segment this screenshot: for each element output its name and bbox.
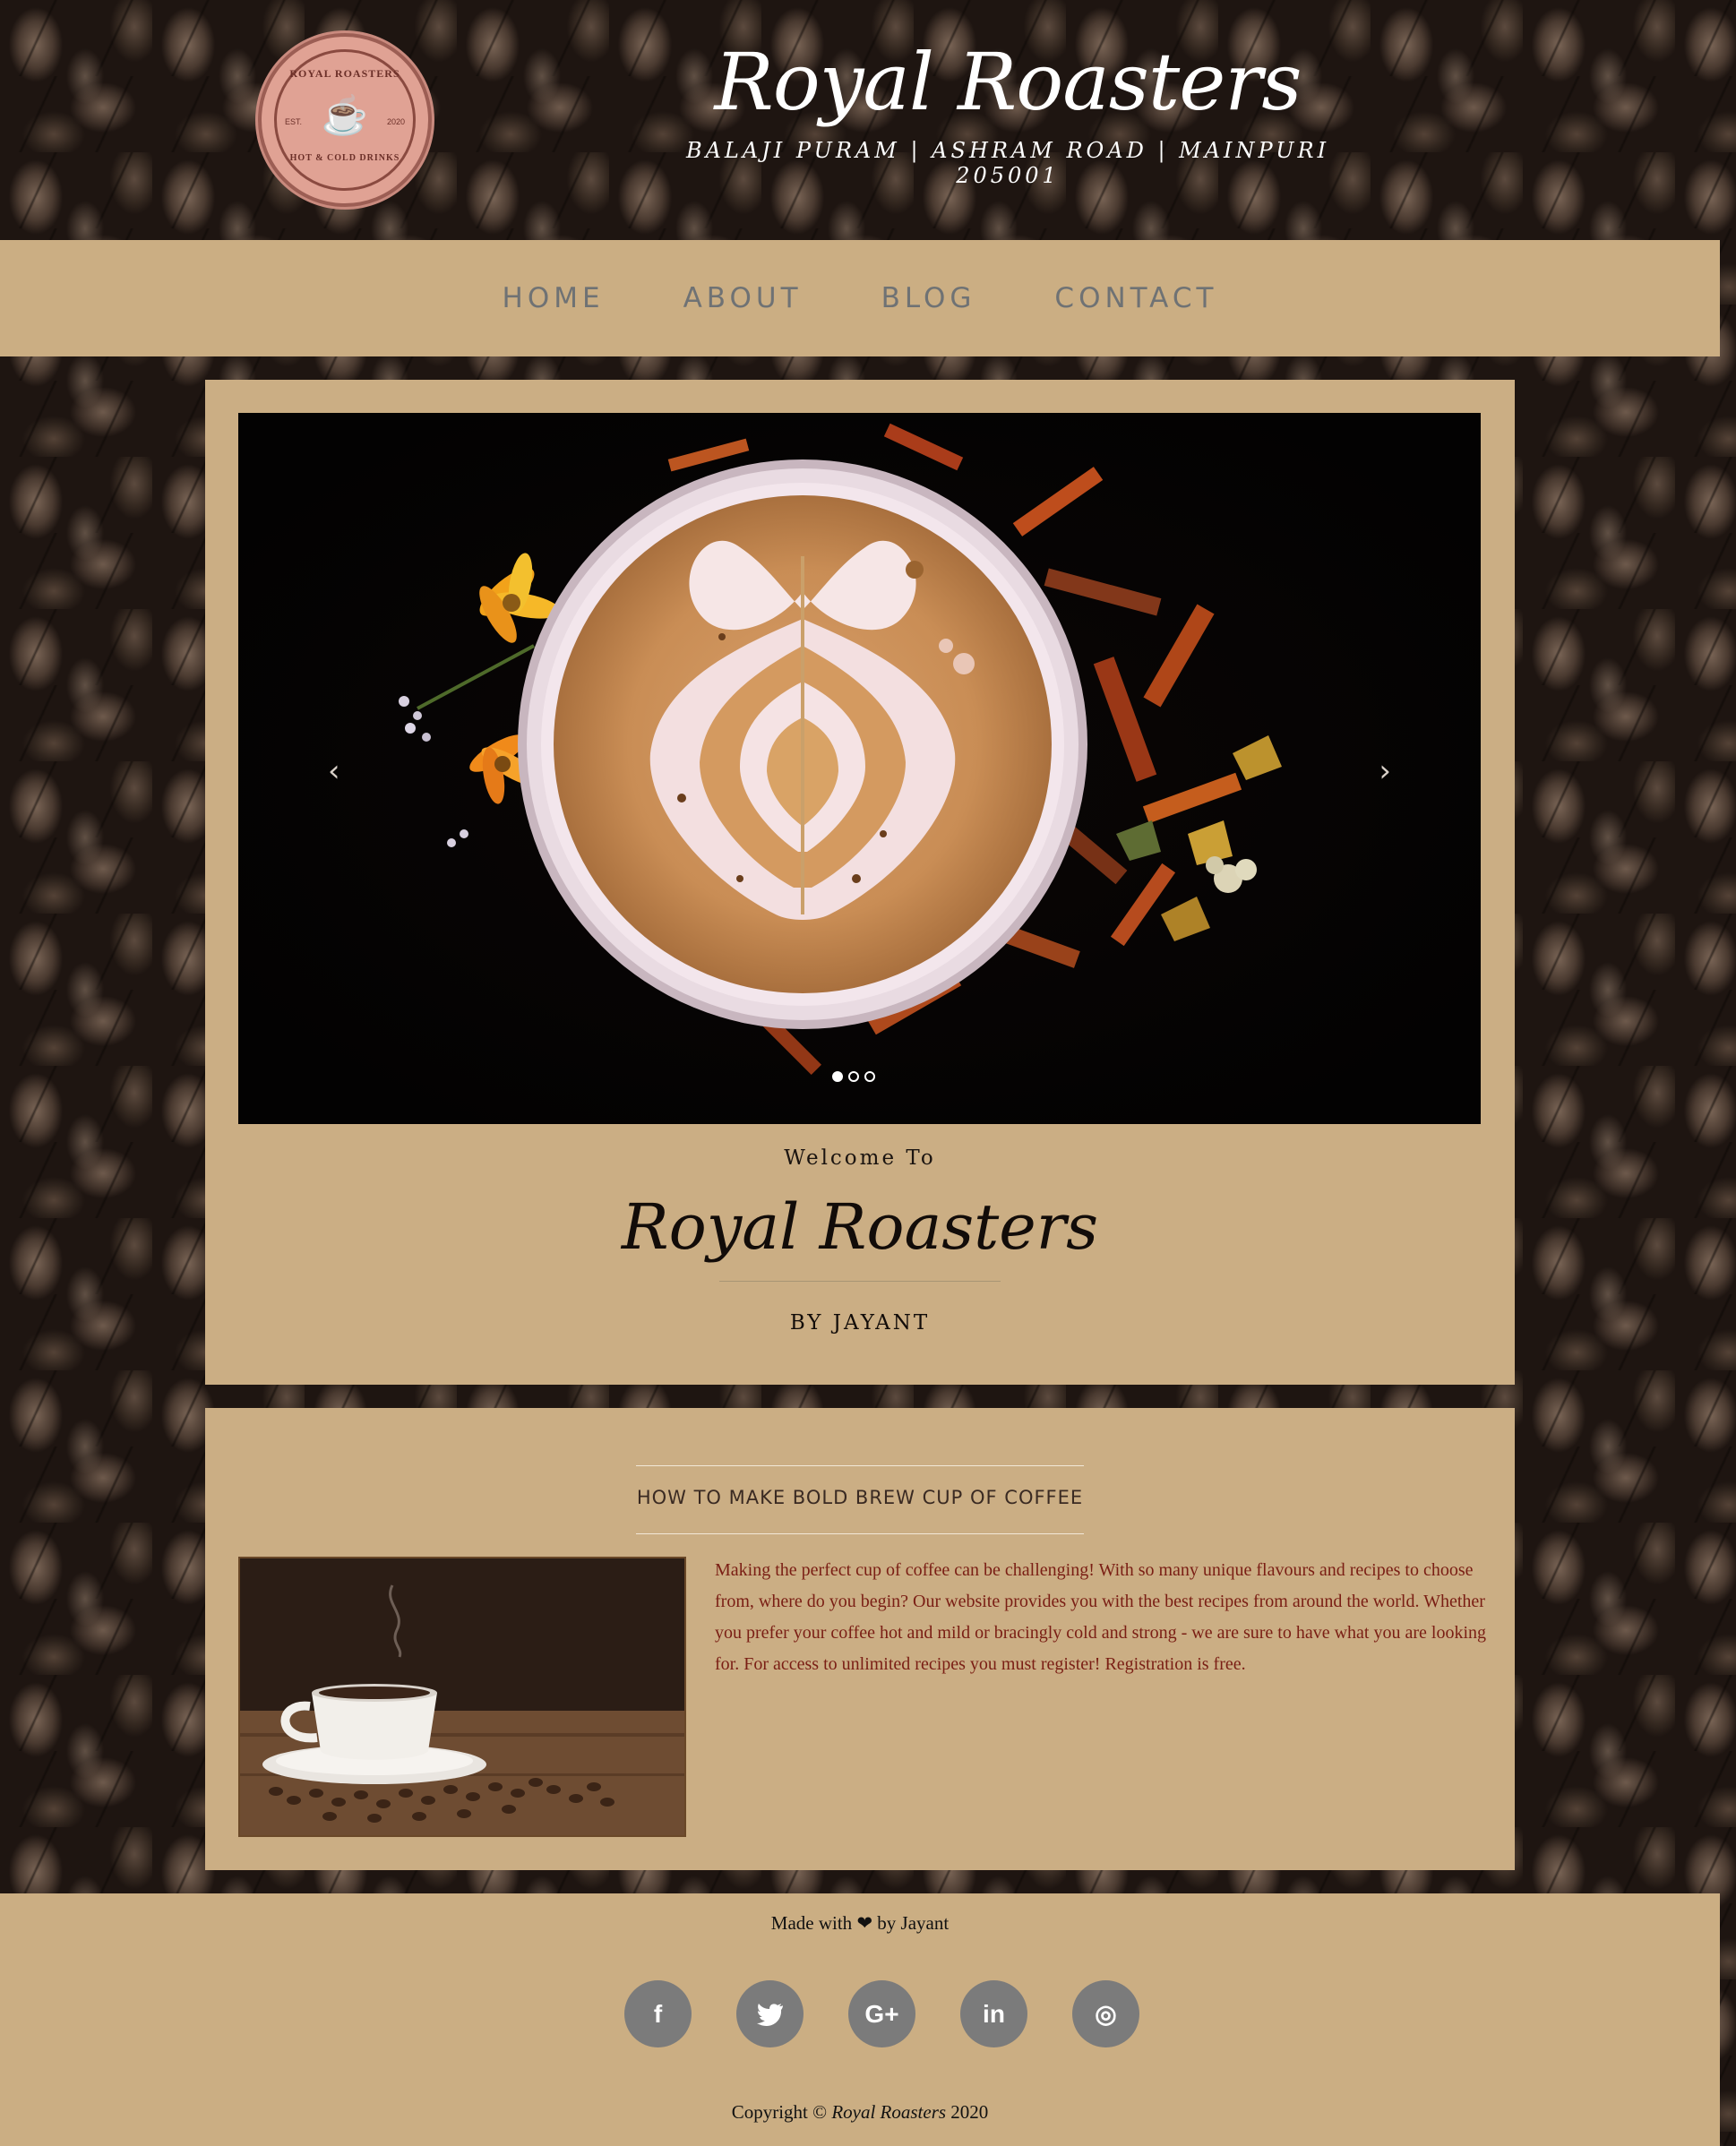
- site-address: BALAJI PURAM | ASHRAM ROAD | MAINPURI 20…: [685, 138, 1330, 188]
- carousel-dot-1[interactable]: [832, 1071, 843, 1082]
- copyright-name: Royal Roasters: [831, 2101, 947, 2123]
- nav-contact[interactable]: CONTACT: [1054, 282, 1217, 314]
- made-prefix: Made with: [770, 1912, 853, 1934]
- welcome-card: ‹ › Welcome To Royal Roasters BY JAYANT: [205, 380, 1515, 1385]
- main-nav: HOME ABOUT BLOG CONTACT: [0, 240, 1720, 356]
- twitter-icon[interactable]: [736, 1980, 804, 2047]
- dribbble-icon[interactable]: ◎: [1072, 1980, 1139, 2047]
- welcome-divider: [719, 1281, 1001, 1282]
- facebook-icon[interactable]: f: [624, 1980, 692, 2047]
- latte-art-image: [238, 413, 1481, 1124]
- social-links: f G+ in ◎: [624, 1980, 1139, 2047]
- coffee-cup-illustration: [240, 1558, 684, 1835]
- logo-year: 2020: [386, 117, 405, 126]
- made-with-line: Made with ❤ by Jayant: [0, 1912, 1720, 1935]
- logo-bottom-text: HOT & COLD DRINKS: [289, 153, 400, 163]
- welcome-byline: BY JAYANT: [789, 1311, 931, 1335]
- nav-blog[interactable]: BLOG: [881, 282, 976, 314]
- logo-badge[interactable]: ROYAL ROASTERS EST. ☕ 2020 HOT & COLD DR…: [258, 33, 432, 207]
- heart-icon: ❤: [856, 1912, 873, 1934]
- coffee-cup-photo: [238, 1557, 686, 1837]
- made-suffix: by Jayant: [877, 1912, 950, 1934]
- nav-home[interactable]: HOME: [503, 282, 605, 314]
- linkedin-icon[interactable]: in: [960, 1980, 1027, 2047]
- blog-post-card: HOW TO MAKE BOLD BREW CUP OF COFFEE Maki…: [205, 1408, 1515, 1870]
- copyright-year: 2020: [950, 2101, 989, 2123]
- post-body: Making the perfect cup of coffee can be …: [715, 1560, 1487, 1674]
- post-title[interactable]: HOW TO MAKE BOLD BREW CUP OF COFFEE: [205, 1487, 1515, 1508]
- nav-about[interactable]: ABOUT: [683, 282, 803, 314]
- site-title: Royal Roasters: [714, 36, 1302, 128]
- post-title-rule-top: [636, 1465, 1084, 1466]
- welcome-eyebrow: Welcome To: [784, 1146, 936, 1170]
- carousel-indicators: [832, 1071, 875, 1082]
- carousel-prev-arrow[interactable]: ‹: [328, 753, 340, 789]
- carousel-dot-3[interactable]: [864, 1071, 875, 1082]
- welcome-title: Royal Roasters: [621, 1190, 1099, 1264]
- coffee-cup-icon: ☕: [321, 96, 369, 137]
- google-plus-icon[interactable]: G+: [848, 1980, 915, 2047]
- image-carousel[interactable]: ‹ ›: [238, 413, 1481, 1124]
- twitter-bird-glyph: [756, 2003, 783, 2026]
- carousel-dot-2[interactable]: [848, 1071, 859, 1082]
- copyright-line: Copyright © Royal Roasters 2020: [0, 2101, 1720, 2124]
- carousel-next-arrow[interactable]: ›: [1379, 753, 1391, 789]
- site-footer: Made with ❤ by Jayant f G+ in ◎ Copyrigh…: [0, 1893, 1720, 2146]
- copyright-prefix: Copyright ©: [731, 2101, 828, 2123]
- logo-top-text: ROYAL ROASTERS: [289, 67, 400, 80]
- post-title-rule-bottom: [636, 1533, 1084, 1534]
